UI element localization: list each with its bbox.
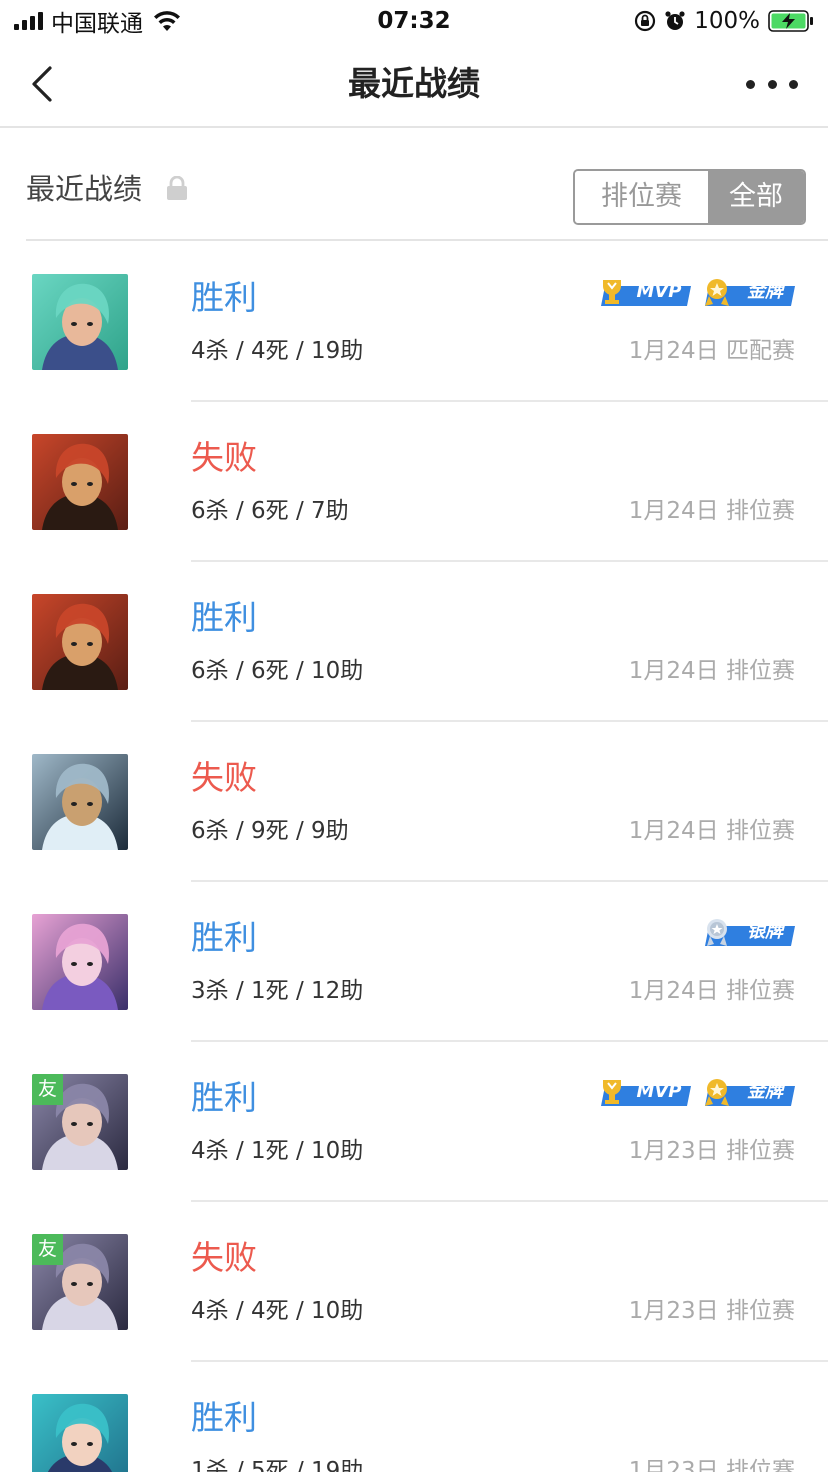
match-result: 失败 bbox=[191, 438, 257, 477]
match-result: 胜利 bbox=[191, 1078, 257, 1117]
match-badges: MVP 金牌 bbox=[597, 1076, 795, 1108]
match-kda: 4杀 / 4死 / 10助 bbox=[191, 1298, 364, 1324]
match-list: 胜利 4杀 / 4死 / 19助 1月24日 匹配赛 MVP 金牌 失败 6杀 / 6… bbox=[0, 242, 828, 1472]
match-date-mode: 1月24日 排位赛 bbox=[628, 818, 795, 844]
mvp-badge: MVP bbox=[597, 276, 691, 308]
badge-label: 银牌 bbox=[747, 921, 783, 942]
match-result: 胜利 bbox=[191, 918, 257, 957]
match-kda: 4杀 / 4死 / 19助 bbox=[191, 338, 364, 364]
match-row[interactable]: 失败 6杀 / 9死 / 9助 1月24日 排位赛 bbox=[0, 722, 828, 882]
match-result: 胜利 bbox=[191, 278, 257, 317]
status-bar: 中国联通 07:32 100% bbox=[0, 0, 828, 42]
alarm-icon bbox=[665, 11, 685, 30]
match-date-mode: 1月24日 匹配赛 bbox=[628, 338, 795, 364]
match-result: 胜利 bbox=[191, 1398, 257, 1437]
match-date-mode: 1月23日 排位赛 bbox=[628, 1138, 795, 1164]
silver-medal-badge: 银牌 bbox=[701, 916, 795, 948]
hero-avatar bbox=[32, 1394, 128, 1472]
match-date-mode: 1月23日 排位赛 bbox=[628, 1298, 795, 1324]
match-row[interactable]: 失败 6杀 / 6死 / 7助 1月24日 排位赛 bbox=[0, 402, 828, 562]
gold-medal-badge: 金牌 bbox=[701, 276, 795, 308]
match-type-filter: 排位赛 全部 bbox=[573, 169, 806, 225]
hero-avatar bbox=[32, 914, 128, 1010]
match-date-mode: 1月24日 排位赛 bbox=[628, 978, 795, 1004]
match-row[interactable]: 胜利 6杀 / 6死 / 10助 1月24日 排位赛 bbox=[0, 562, 828, 722]
hero-avatar bbox=[32, 754, 128, 850]
hero-avatar: 友 bbox=[32, 1234, 128, 1330]
match-row[interactable]: 友 失败 4杀 / 4死 / 10助 1月23日 排位赛 bbox=[0, 1202, 828, 1362]
nav-bar: 最近战绩 bbox=[0, 42, 828, 128]
match-kda: 4杀 / 1死 / 10助 bbox=[191, 1138, 364, 1164]
match-kda: 6杀 / 6死 / 7助 bbox=[191, 498, 349, 524]
filter-all-button[interactable]: 全部 bbox=[708, 171, 804, 223]
more-options-icon[interactable] bbox=[746, 66, 798, 102]
match-kda: 3杀 / 1死 / 12助 bbox=[191, 978, 364, 1004]
status-right: 100% bbox=[634, 6, 814, 36]
badge-label: MVP bbox=[636, 1081, 682, 1102]
mvp-badge: MVP bbox=[597, 1076, 691, 1108]
match-row[interactable]: 友 胜利 4杀 / 1死 / 10助 1月23日 排位赛 MVP 金牌 bbox=[0, 1042, 828, 1202]
friend-tag: 友 bbox=[32, 1074, 63, 1105]
hero-avatar bbox=[32, 434, 128, 530]
match-date-mode: 1月24日 排位赛 bbox=[628, 498, 795, 524]
lock-icon[interactable] bbox=[166, 176, 188, 200]
badge-label: 金牌 bbox=[747, 1081, 783, 1102]
friend-tag: 友 bbox=[32, 1234, 63, 1265]
match-result: 失败 bbox=[191, 758, 257, 797]
match-kda: 6杀 / 6死 / 10助 bbox=[191, 658, 364, 684]
section-header: 最近战绩 排位赛 全部 bbox=[26, 130, 828, 241]
orientation-lock-icon bbox=[635, 10, 656, 32]
match-kda: 6杀 / 9死 / 9助 bbox=[191, 818, 349, 844]
match-badges: MVP 金牌 bbox=[597, 276, 795, 308]
badge-label: MVP bbox=[636, 281, 682, 302]
match-row[interactable]: 胜利 3杀 / 1死 / 12助 1月24日 排位赛 银牌 bbox=[0, 882, 828, 1042]
match-badges: 银牌 bbox=[701, 916, 795, 948]
hero-avatar: 友 bbox=[32, 1074, 128, 1170]
match-row[interactable]: 胜利 1杀 / 5死 / 19助 1月23日 排位赛 bbox=[0, 1362, 828, 1472]
match-result: 胜利 bbox=[191, 598, 257, 637]
badge-label: 金牌 bbox=[747, 281, 783, 302]
hero-avatar bbox=[32, 594, 128, 690]
battery-percent: 100% bbox=[694, 8, 760, 34]
hero-avatar bbox=[32, 274, 128, 370]
match-result: 失败 bbox=[191, 1238, 257, 1277]
match-date-mode: 1月24日 排位赛 bbox=[628, 658, 795, 684]
filter-ranked-button[interactable]: 排位赛 bbox=[575, 171, 708, 223]
match-kda: 1杀 / 5死 / 19助 bbox=[191, 1458, 364, 1472]
battery-charging-icon bbox=[768, 10, 813, 32]
match-row[interactable]: 胜利 4杀 / 4死 / 19助 1月24日 匹配赛 MVP 金牌 bbox=[0, 242, 828, 402]
section-title: 最近战绩 bbox=[26, 172, 143, 206]
match-date-mode: 1月23日 排位赛 bbox=[628, 1458, 795, 1472]
gold-medal-badge: 金牌 bbox=[701, 1076, 795, 1108]
page-title: 最近战绩 bbox=[348, 64, 480, 103]
